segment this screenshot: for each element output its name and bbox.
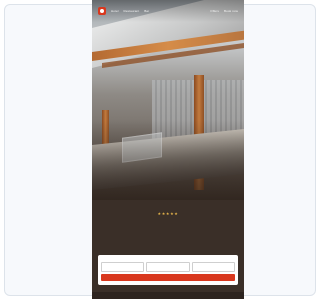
top-nav: Hotel Restaurant Bar Offers Book now bbox=[92, 0, 244, 22]
search-availability-button[interactable] bbox=[101, 274, 235, 281]
footer-strip bbox=[92, 292, 244, 299]
logo-icon[interactable] bbox=[98, 7, 106, 15]
nav-link-hotel[interactable]: Hotel bbox=[111, 9, 119, 13]
booking-widget bbox=[98, 255, 238, 285]
mobile-page-preview: Hotel Restaurant Bar Offers Book now ★★★… bbox=[92, 0, 244, 299]
check-out-field[interactable] bbox=[146, 262, 190, 272]
hero-image bbox=[92, 0, 244, 210]
nav-link-restaurant[interactable]: Restaurant bbox=[124, 9, 140, 13]
nav-link-bar[interactable]: Bar bbox=[144, 9, 149, 13]
rating-stars: ★★★★★ bbox=[157, 211, 179, 216]
guests-field[interactable] bbox=[191, 262, 235, 272]
check-in-field[interactable] bbox=[101, 262, 145, 272]
nav-link-offers[interactable]: Offers bbox=[210, 9, 219, 13]
nav-link-book-now[interactable]: Book now bbox=[224, 9, 238, 13]
